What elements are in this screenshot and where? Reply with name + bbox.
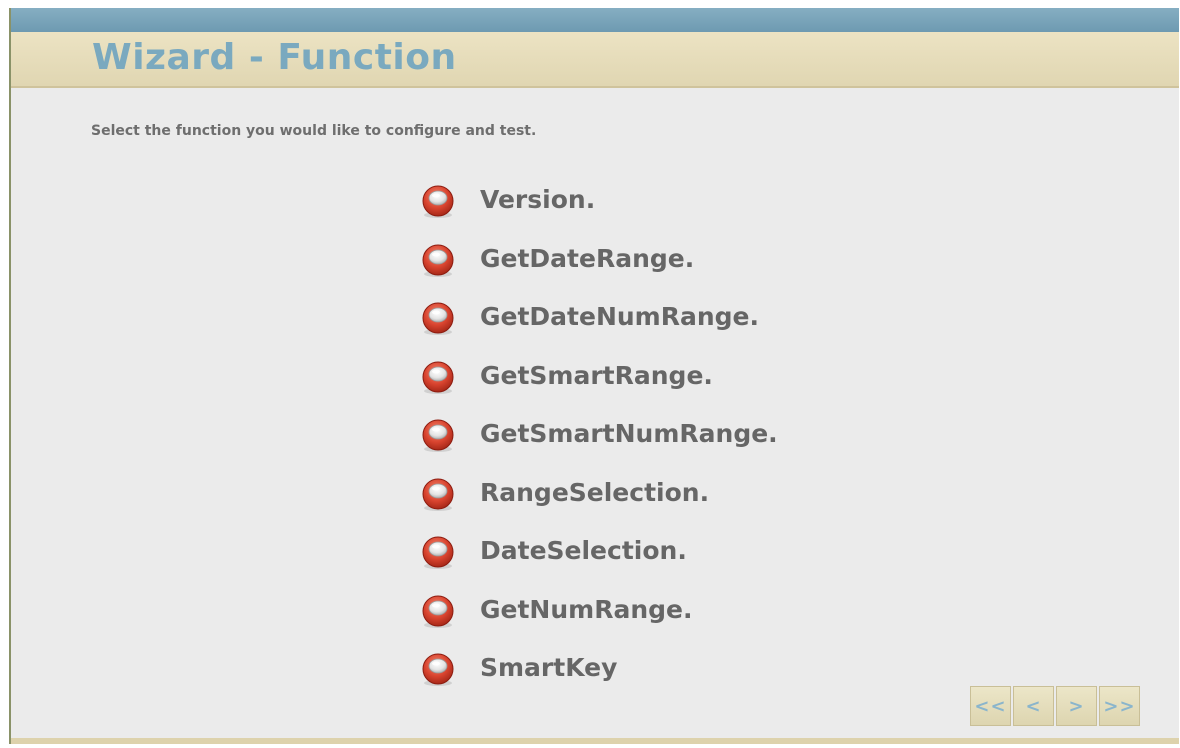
radio-icon[interactable]: [420, 301, 456, 337]
wizard-navigation: << < > >>: [970, 686, 1140, 726]
function-option-label: GetSmartRange.: [480, 360, 713, 390]
function-option-version[interactable]: Version.: [420, 180, 778, 239]
previous-page-button[interactable]: <: [1013, 686, 1054, 726]
radio-icon[interactable]: [420, 535, 456, 571]
radio-icon[interactable]: [420, 477, 456, 513]
bottom-bar: [11, 738, 1179, 744]
function-option-getdaterange[interactable]: GetDateRange.: [420, 239, 778, 298]
last-page-button[interactable]: >>: [1099, 686, 1140, 726]
wizard-window: Wizard - Function Select the function yo…: [9, 8, 1179, 744]
function-option-smartkey[interactable]: SmartKey: [420, 648, 778, 707]
function-option-getsmartnumrange[interactable]: GetSmartNumRange.: [420, 414, 778, 473]
top-bar: [11, 8, 1179, 32]
page-title: Wizard - Function: [92, 37, 457, 78]
radio-icon[interactable]: [420, 360, 456, 396]
function-option-label: RangeSelection.: [480, 477, 710, 507]
function-option-getdatenumrange[interactable]: GetDateNumRange.: [420, 297, 778, 356]
radio-icon[interactable]: [420, 418, 456, 454]
radio-icon[interactable]: [420, 594, 456, 630]
function-option-dateselection[interactable]: DateSelection.: [420, 531, 778, 590]
function-list: Version. GetDateRange. GetDateNumRange. …: [420, 180, 778, 707]
function-option-label: GetDateRange.: [480, 243, 695, 273]
function-option-getsmartrange[interactable]: GetSmartRange.: [420, 356, 778, 415]
function-option-label: SmartKey: [480, 653, 618, 682]
function-option-label: Version.: [480, 185, 596, 214]
next-page-button[interactable]: >: [1056, 686, 1097, 726]
radio-icon[interactable]: [420, 652, 456, 688]
function-option-rangeselection[interactable]: RangeSelection.: [420, 473, 778, 532]
radio-icon[interactable]: [420, 243, 456, 279]
instruction-text: Select the function you would like to co…: [91, 123, 537, 139]
wizard-header: Wizard - Function: [11, 32, 1179, 88]
function-option-label: DateSelection.: [480, 536, 687, 565]
function-option-label: GetSmartNumRange.: [480, 419, 778, 448]
function-option-getnumrange[interactable]: GetNumRange.: [420, 590, 778, 649]
first-page-button[interactable]: <<: [970, 686, 1011, 726]
function-option-label: GetDateNumRange.: [480, 302, 759, 331]
function-option-label: GetNumRange.: [480, 594, 693, 624]
radio-icon[interactable]: [420, 184, 456, 220]
